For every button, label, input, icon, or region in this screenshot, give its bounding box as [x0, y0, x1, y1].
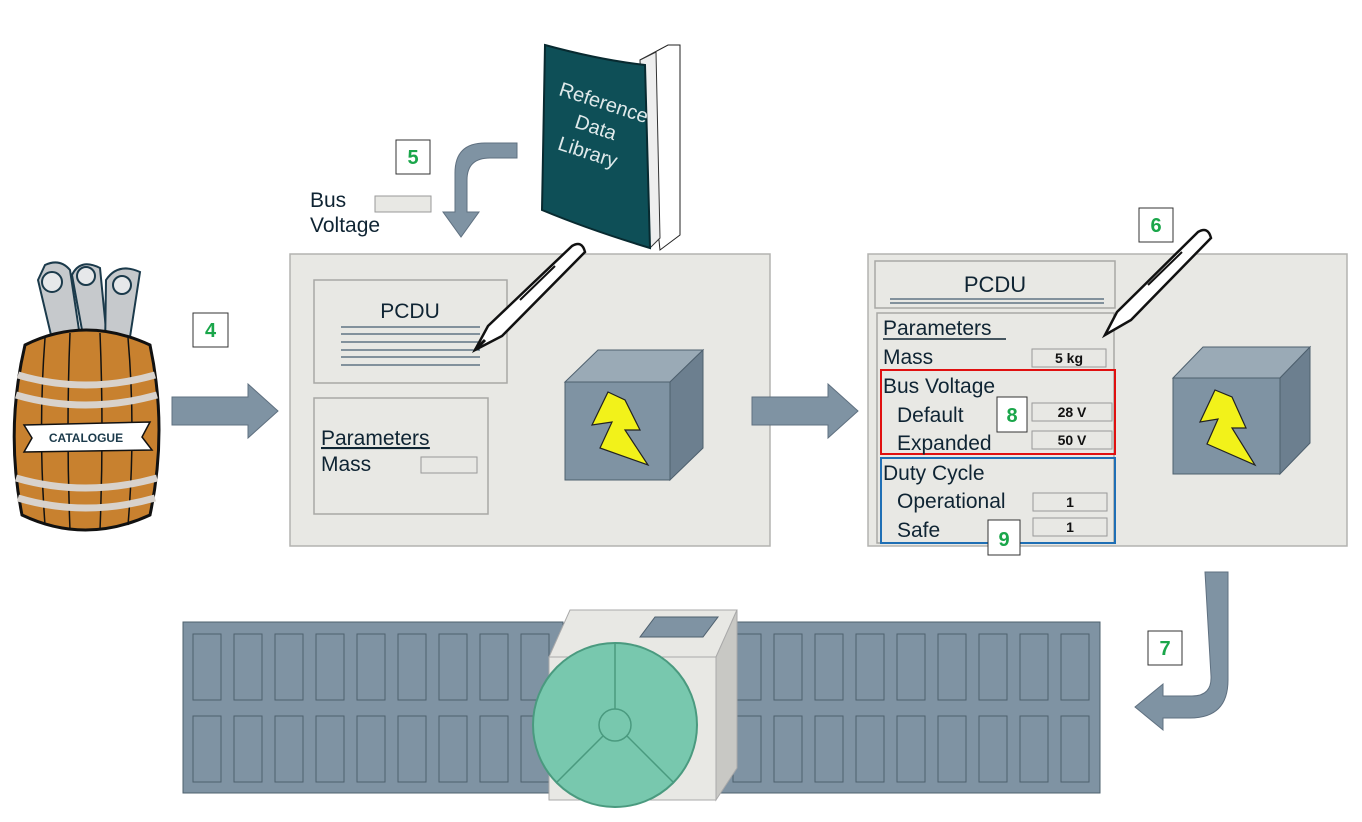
solar-cell: [438, 715, 468, 783]
solar-cell: [233, 633, 263, 701]
solar-cell: [479, 633, 509, 701]
solar-cell: [397, 715, 427, 783]
mass-value: 5 kg: [1055, 350, 1083, 366]
mass-label: Mass: [883, 346, 933, 369]
step-4-number: 4: [205, 320, 217, 342]
step-8-number: 8: [1006, 405, 1017, 427]
solar-cell: [356, 715, 386, 783]
arrow-right-icon: [171, 382, 279, 440]
solar-cell: [397, 633, 427, 701]
solar-cell: [1019, 715, 1049, 783]
pcdu-header-card: [313, 279, 508, 384]
workflow-diagram: CATALOGUE 4 Bus Voltage 5 PCDU Parameter…: [12, 43, 1348, 808]
solar-cell: [1019, 633, 1049, 701]
bus-voltage-heading: Bus Voltage: [883, 375, 995, 398]
reference-data-library-book-icon: Reference Data Library: [540, 43, 681, 251]
operational-label: Operational: [897, 490, 1006, 513]
step-9-number: 9: [998, 529, 1009, 551]
bus-voltage-label-line1: Bus: [310, 189, 346, 212]
solar-cell: [896, 633, 926, 701]
component-cube-icon: [563, 348, 705, 482]
solar-cell: [937, 633, 967, 701]
mass-label: Mass: [321, 453, 371, 476]
curved-arrow-down-icon: [442, 142, 518, 238]
solar-cell: [233, 715, 263, 783]
pcdu-title: PCDU: [380, 300, 440, 323]
solar-cell: [814, 633, 844, 701]
step-5-number: 5: [407, 147, 418, 169]
solar-cell: [1060, 715, 1090, 783]
satellite-icon: [182, 609, 1101, 808]
catalogue-label: CATALOGUE: [49, 431, 123, 445]
solar-cell: [274, 633, 304, 701]
solar-cell: [192, 633, 222, 701]
pcdu-title: PCDU: [964, 272, 1026, 297]
solar-cell: [814, 715, 844, 783]
solar-cell: [937, 715, 967, 783]
solar-cell: [274, 715, 304, 783]
solar-cell: [773, 715, 803, 783]
parameters-heading: Parameters: [883, 317, 992, 340]
solar-cell: [192, 715, 222, 783]
safe-label: Safe: [897, 519, 940, 542]
solar-cell: [479, 715, 509, 783]
solar-cell: [773, 633, 803, 701]
default-label: Default: [897, 404, 964, 427]
bus-voltage-field: [374, 195, 432, 213]
step-7-number: 7: [1159, 638, 1170, 660]
solar-cell: [315, 633, 345, 701]
mass-field: [420, 456, 478, 474]
solar-cell: [1060, 633, 1090, 701]
safe-value: 1: [1066, 519, 1074, 535]
parameters-heading: Parameters: [321, 427, 430, 450]
step-6-number: 6: [1150, 215, 1161, 237]
solar-cell: [855, 633, 885, 701]
diagram: CATALOGUE 4 Bus Voltage 5 PCDU Parameter…: [0, 0, 1362, 822]
expanded-label: Expanded: [897, 432, 992, 455]
solar-cell: [978, 715, 1008, 783]
default-value: 28 V: [1058, 404, 1087, 420]
expanded-value: 50 V: [1058, 432, 1087, 448]
solar-cell: [896, 715, 926, 783]
solar-cell: [356, 633, 386, 701]
solar-cell: [855, 715, 885, 783]
solar-cell: [438, 633, 468, 701]
solar-cell: [315, 715, 345, 783]
duty-cycle-heading: Duty Cycle: [883, 462, 985, 485]
solar-cell: [978, 633, 1008, 701]
component-cube-icon: [1171, 345, 1312, 476]
catalogue-barrel-icon: CATALOGUE: [12, 261, 161, 532]
bus-voltage-label-line2: Voltage: [310, 214, 380, 237]
operational-value: 1: [1066, 494, 1074, 510]
